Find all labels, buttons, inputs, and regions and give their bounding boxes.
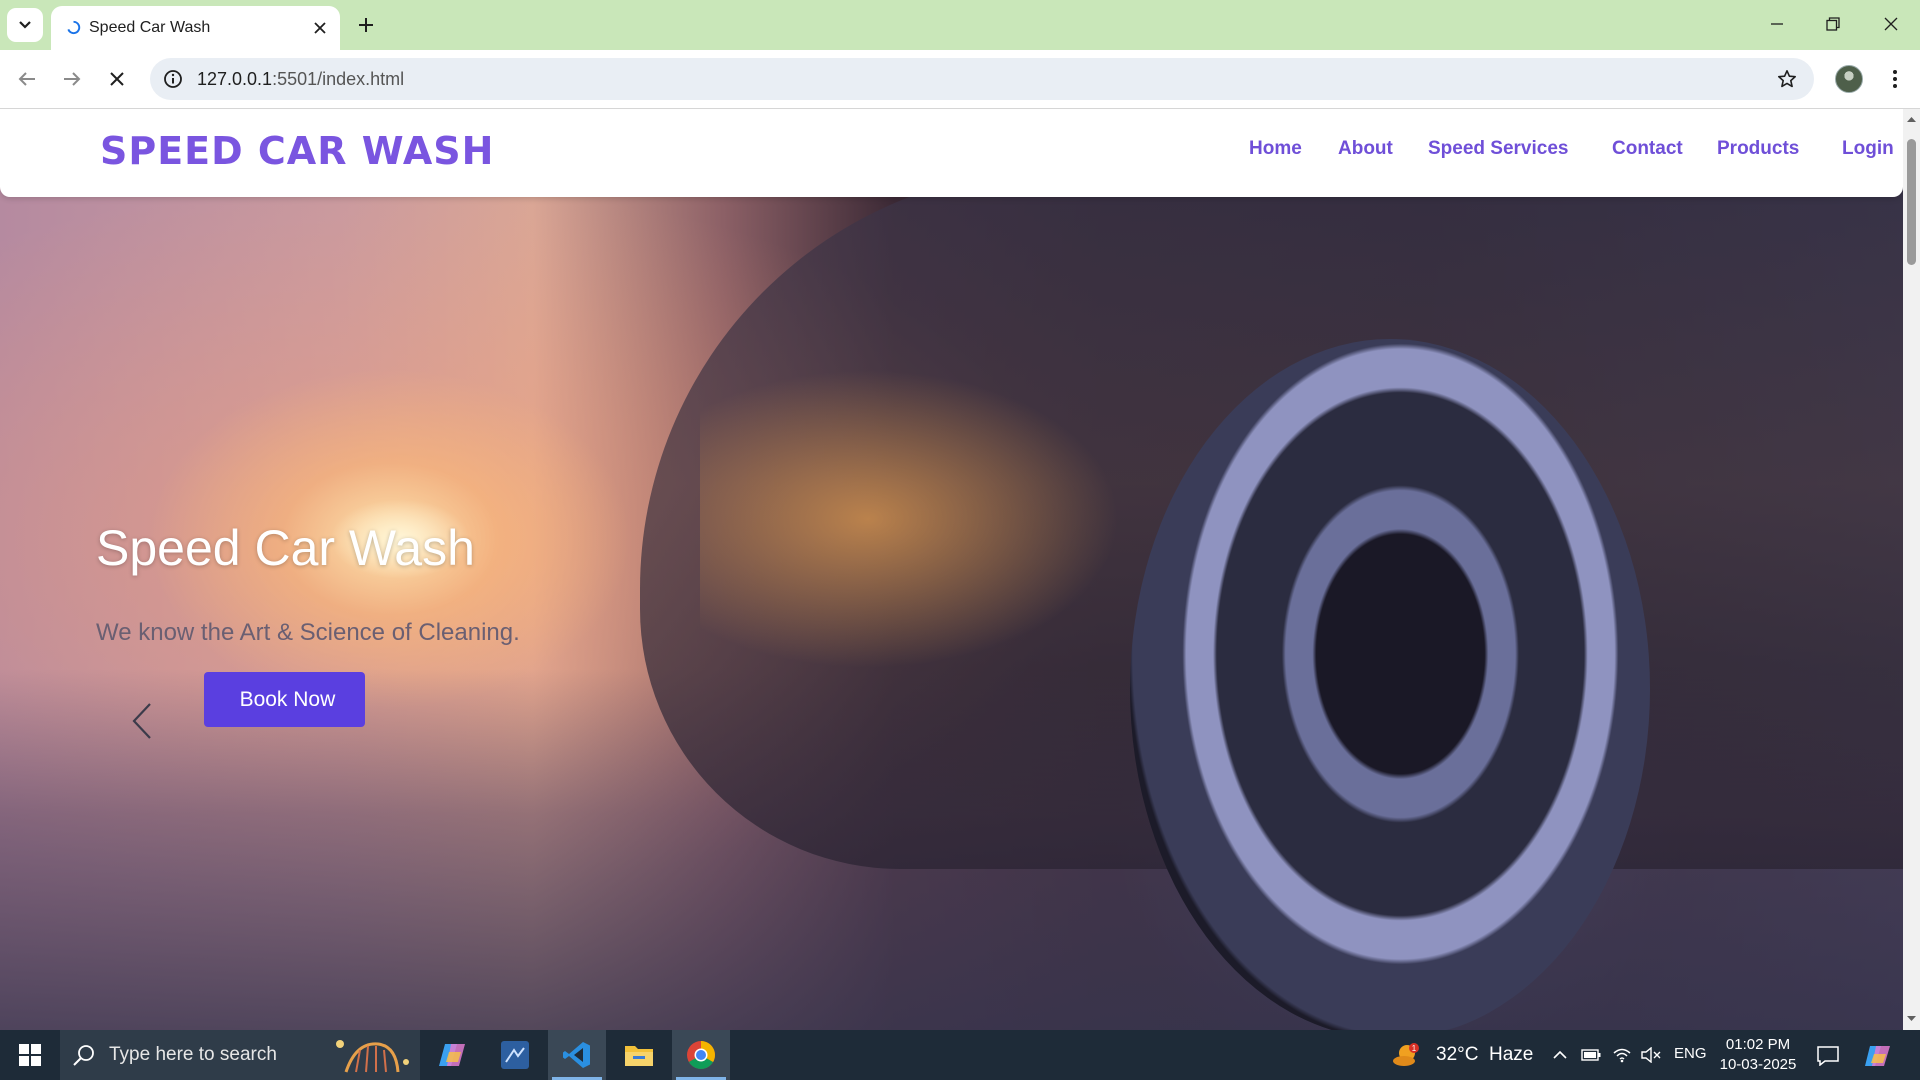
clock-time: 01:02 PM xyxy=(1725,1036,1791,1053)
tab-active[interactable]: Speed Car Wash xyxy=(51,6,340,50)
clock-date: 10-03-2025 xyxy=(1719,1056,1797,1073)
chrome-icon xyxy=(687,1041,715,1069)
forward-button[interactable] xyxy=(56,63,88,95)
battery-icon xyxy=(1581,1049,1601,1061)
nav-contact[interactable]: Contact xyxy=(1612,138,1683,160)
nav-home[interactable]: Home xyxy=(1249,138,1302,160)
search-icon xyxy=(73,1045,94,1066)
browser-menu-button[interactable] xyxy=(1879,63,1911,95)
nav-login[interactable]: Login xyxy=(1842,138,1894,160)
close-icon xyxy=(1884,17,1898,31)
page-scrollbar[interactable] xyxy=(1903,109,1920,1030)
book-now-button[interactable]: Book Now xyxy=(204,672,365,727)
wifi-icon xyxy=(1613,1048,1631,1063)
new-tab-button[interactable] xyxy=(350,9,382,41)
file-explorer-icon xyxy=(625,1046,653,1066)
taskbar-search-placeholder: Type here to search xyxy=(109,1044,277,1065)
carousel-prev-button[interactable] xyxy=(128,701,158,741)
hero-subtitle: We know the Art & Science of Cleaning. xyxy=(96,619,520,646)
info-icon xyxy=(164,70,182,88)
avatar[interactable] xyxy=(1835,65,1863,93)
book-now-label: Book Now xyxy=(239,687,336,711)
hero-image-wheel xyxy=(1130,339,1650,1030)
speaker-muted-icon xyxy=(1641,1047,1661,1063)
notification-icon xyxy=(1817,1046,1839,1066)
vscode-icon xyxy=(563,1042,590,1068)
start-button[interactable] xyxy=(0,1030,60,1080)
restore-button[interactable] xyxy=(1804,0,1862,48)
forward-arrow-icon xyxy=(64,72,81,86)
system-clock[interactable]: 01:02 PM 10-03-2025 xyxy=(1718,1035,1798,1075)
chevron-up-icon xyxy=(1553,1050,1567,1059)
copilot-icon[interactable] xyxy=(1863,1041,1893,1071)
tab-title: Speed Car Wash xyxy=(89,19,211,36)
browser-tab-strip: Speed Car Wash xyxy=(0,0,1920,50)
taskbar-search-box[interactable]: Type here to search xyxy=(60,1030,420,1080)
hero-image-reflection xyxy=(700,369,1120,669)
star-icon xyxy=(1778,70,1796,88)
taskbar-chrome-app[interactable] xyxy=(672,1030,730,1080)
notification-center-button[interactable] xyxy=(1814,1042,1842,1070)
scrollbar-thumb[interactable] xyxy=(1907,139,1916,265)
url-host: 127.0.0.1 xyxy=(197,69,273,89)
browser-toolbar: 127.0.0.1:5501/index.html xyxy=(0,50,1920,109)
copilot-icon xyxy=(439,1044,465,1066)
minimize-button[interactable] xyxy=(1748,0,1806,48)
chevron-down-icon xyxy=(19,21,31,29)
weather-temperature: 32°C xyxy=(1436,1044,1479,1065)
kebab-menu-icon xyxy=(1893,70,1897,88)
input-language[interactable]: ENG xyxy=(1674,1045,1707,1062)
minimize-icon xyxy=(1771,23,1783,25)
close-icon xyxy=(314,22,326,34)
taskbar-snipping-tool-app[interactable] xyxy=(486,1030,544,1080)
close-window-button[interactable] xyxy=(1862,0,1920,48)
nav-speed-services[interactable]: Speed Services xyxy=(1428,138,1574,160)
tab-close-button[interactable] xyxy=(307,15,333,41)
weather-icon[interactable]: 1 xyxy=(1392,1042,1420,1068)
chevron-left-icon xyxy=(132,703,151,739)
weather-readout[interactable]: 32°C Haze xyxy=(1436,1044,1533,1066)
stop-icon xyxy=(110,72,124,86)
snipping-tool-icon xyxy=(501,1041,529,1069)
site-navbar: SPEED CAR WASH Home About Speed Services… xyxy=(0,109,1903,197)
windows-taskbar: Type here to search 1 32°C Haze ENG 01:0… xyxy=(0,1030,1920,1080)
taskbar-vscode-app[interactable] xyxy=(548,1030,606,1080)
restore-icon xyxy=(1826,17,1840,31)
volume-status[interactable] xyxy=(1638,1042,1664,1068)
back-arrow-icon xyxy=(18,72,35,86)
battery-status[interactable] xyxy=(1578,1042,1604,1068)
bookmark-button[interactable] xyxy=(1774,66,1800,92)
plus-icon xyxy=(359,18,373,32)
windows-logo-icon xyxy=(19,1044,41,1066)
tab-search-button[interactable] xyxy=(7,8,43,42)
loading-spinner-icon xyxy=(67,20,81,35)
show-hidden-icons-button[interactable] xyxy=(1547,1042,1573,1068)
nav-about[interactable]: About xyxy=(1338,138,1393,160)
hero-title: Speed Car Wash xyxy=(96,520,475,576)
taskbar-file-explorer-app[interactable] xyxy=(610,1030,668,1080)
scroll-up-arrow-icon[interactable] xyxy=(1903,113,1920,125)
hero-carousel-slide: Speed Car Wash We know the Art & Science… xyxy=(0,109,1903,1030)
nav-products[interactable]: Products xyxy=(1717,138,1799,160)
scroll-down-arrow-icon[interactable] xyxy=(1903,1013,1920,1025)
back-button[interactable] xyxy=(11,63,43,95)
taskbar-copilot-app[interactable] xyxy=(424,1030,482,1080)
nav-speed-services-label: Speed Services xyxy=(1428,138,1569,159)
address-bar[interactable]: 127.0.0.1:5501/index.html xyxy=(150,58,1814,100)
site-info-button[interactable] xyxy=(160,66,186,92)
url-path: :5501/index.html xyxy=(272,69,405,89)
weather-description: Haze xyxy=(1489,1044,1534,1065)
weather-badge-count: 1 xyxy=(1412,1044,1417,1053)
page-viewport: Speed Car Wash We know the Art & Science… xyxy=(0,109,1903,1030)
network-status[interactable] xyxy=(1609,1042,1635,1068)
stop-loading-button[interactable] xyxy=(101,63,133,95)
url-text: 127.0.0.1:5501/index.html xyxy=(197,69,404,90)
search-highlight-illustration xyxy=(336,1040,409,1073)
site-logo[interactable]: SPEED CAR WASH xyxy=(100,129,494,173)
